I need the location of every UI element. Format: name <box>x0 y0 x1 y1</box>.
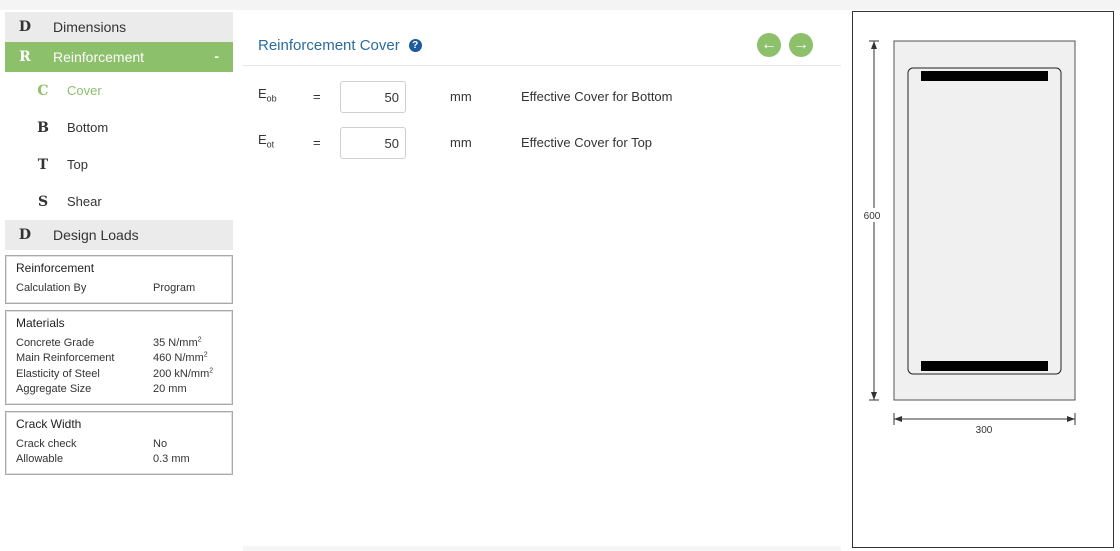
reinforcement-summary-box: Reinforcement Calculation By Program <box>5 255 233 304</box>
collapse-toggle-icon[interactable]: - <box>214 48 219 64</box>
summary-value: Program <box>153 282 196 294</box>
sidebar-item-letter: C <box>37 82 49 99</box>
superscript: 2 <box>203 351 208 359</box>
top-reinforcement-bar <box>921 71 1048 81</box>
sidebar: D Dimensions R Reinforcement - C Cover B… <box>5 12 233 475</box>
width-arrow-head <box>894 416 902 422</box>
sidebar-item-letter: B <box>37 119 49 136</box>
summary-key: Calculation By <box>16 282 87 294</box>
height-arrow-head <box>871 392 877 400</box>
next-arrow-icon[interactable]: → <box>789 33 813 57</box>
summary-row: Allowable 0.3 mm <box>16 452 222 468</box>
sidebar-item-design-loads[interactable]: D Design Loads <box>5 220 233 250</box>
summary-row: Calculation By Program <box>16 281 222 297</box>
summary-row: Crack check No <box>16 437 222 453</box>
sidebar-item-label: Design Loads <box>53 227 139 243</box>
page-title-text: Reinforcement Cover <box>258 37 400 54</box>
summary-value: No <box>153 437 168 450</box>
section-diagram-panel: 600 300 <box>852 11 1114 548</box>
summary-title: Materials <box>16 315 65 330</box>
field-symbol: Eot <box>258 132 275 150</box>
top-cover-input[interactable] <box>340 127 406 159</box>
section-diagram: 600 300 <box>859 40 1076 436</box>
materials-summary-box: Materials Concrete Grade 35 N/mm2 Main R… <box>5 309 233 405</box>
sidebar-item-label: Shear <box>67 194 102 209</box>
width-arrow-head <box>1067 416 1075 422</box>
app-page: D Dimensions R Reinforcement - C Cover B… <box>0 0 1120 551</box>
summary-row: Concrete Grade 35 N/mm2 <box>16 336 222 352</box>
summary-key: Crack check <box>16 437 77 450</box>
bottom-cover-input[interactable] <box>340 81 406 113</box>
summary-key: Main Reinforcement <box>16 352 115 364</box>
sidebar-item-letter: S <box>37 193 49 210</box>
superscript: 2 <box>209 366 214 374</box>
summary-row: Main Reinforcement 460 N/mm2 <box>16 351 222 367</box>
unit-label: mm <box>450 135 472 150</box>
summary-value: 460 N/mm2 <box>153 351 208 364</box>
sidebar-item-label: Dimensions <box>53 19 127 35</box>
sidebar-item-letter: R <box>19 49 31 65</box>
sidebar-item-reinforcement[interactable]: R Reinforcement - <box>5 42 233 72</box>
top-strip <box>0 0 1120 10</box>
sidebar-item-letter: D <box>18 19 32 35</box>
page-title: Reinforcement Cover ? <box>258 37 422 54</box>
summary-key: Aggregate Size <box>16 383 92 395</box>
bottom-reinforcement-bar <box>921 361 1048 371</box>
unit-label: mm <box>450 89 472 104</box>
height-arrow-head <box>871 41 877 49</box>
summary-value: 20 mm <box>153 383 187 395</box>
summary-key: Allowable <box>16 453 64 465</box>
summary-value: 0.3 mm <box>153 453 190 465</box>
sidebar-item-letter: T <box>37 156 49 173</box>
height-dimension-label: 600 <box>864 211 881 222</box>
summary-value: 35 N/mm2 <box>153 335 202 349</box>
sidebar-item-letter: D <box>18 227 32 243</box>
field-symbol: Eob <box>258 86 277 104</box>
field-description: Effective Cover for Bottom <box>521 89 673 104</box>
equals-sign: = <box>313 89 321 104</box>
main-panel: Reinforcement Cover ? ← → Eob = mm Effec… <box>243 12 841 550</box>
sidebar-subitem-top[interactable]: T Top <box>5 146 233 183</box>
field-row-bottom-cover: Eob = mm Effective Cover for Bottom <box>243 81 841 113</box>
sidebar-item-label: Top <box>67 157 88 172</box>
main-footer-strip <box>243 546 841 551</box>
summary-key: Concrete Grade <box>16 336 95 349</box>
summary-row: Elasticity of Steel 200 kN/mm2 <box>16 367 222 383</box>
equals-sign: = <box>313 135 321 150</box>
crack-width-summary-box: Crack Width Crack check No Allowable 0.3… <box>5 410 233 475</box>
summary-title: Reinforcement <box>16 261 95 275</box>
superscript: 2 <box>197 335 202 343</box>
field-description: Effective Cover for Top <box>521 135 653 150</box>
summary-row: Aggregate Size 20 mm <box>16 382 222 398</box>
sidebar-item-label: Cover <box>67 83 102 98</box>
width-dimension-label: 300 <box>976 425 993 436</box>
sidebar-subitem-shear[interactable]: S Shear <box>5 183 233 220</box>
sidebar-item-label: Reinforcement <box>53 49 145 65</box>
title-divider <box>243 65 841 66</box>
help-icon[interactable]: ? <box>408 39 422 52</box>
summary-key: Elasticity of Steel <box>16 367 100 380</box>
summary-title: Crack Width <box>16 416 82 431</box>
sidebar-subitem-cover[interactable]: C Cover <box>5 72 233 109</box>
sidebar-item-dimensions[interactable]: D Dimensions <box>5 12 233 42</box>
concrete-section <box>893 40 1076 401</box>
sidebar-item-label: Bottom <box>67 120 109 135</box>
previous-arrow-icon[interactable]: ← <box>757 33 781 57</box>
summary-value: 200 kN/mm2 <box>153 366 214 380</box>
sidebar-subitem-bottom[interactable]: B Bottom <box>5 109 233 146</box>
field-row-top-cover: Eot = mm Effective Cover for Top <box>243 127 841 159</box>
